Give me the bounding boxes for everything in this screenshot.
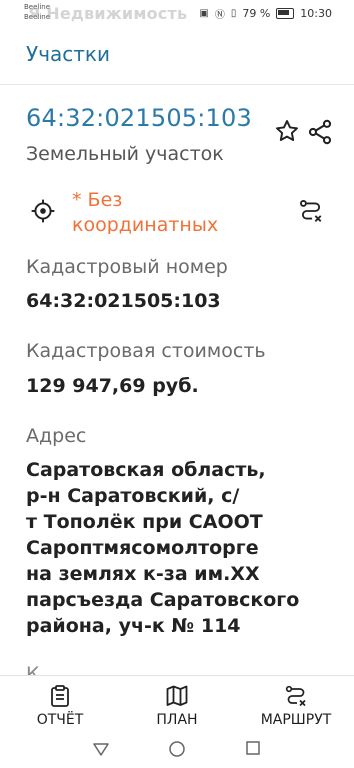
cadastral-cost-label: Кадастровая стоимость: [26, 340, 266, 362]
address-line: на землях к-за им.XX: [26, 563, 260, 585]
route-icon: [285, 685, 306, 707]
report-icon: [51, 685, 69, 707]
back-icon[interactable]: [92, 740, 110, 758]
report-button[interactable]: ОТЧЁТ: [28, 684, 92, 728]
bottom-action-bar: ОТЧЁТ ПЛАН МАРШРУТ: [0, 675, 354, 737]
parcel-type: Земельный участок: [26, 143, 224, 165]
status-icons: ▣ Ⓝ ▯ 79 % 10:30: [199, 6, 332, 21]
notification-icon: ▣: [199, 8, 209, 19]
address-line: района, уч-к № 114: [26, 615, 241, 637]
address-line: Саратовская область,: [26, 459, 266, 481]
status-bar: Beeline Beeline Я Недвижимость ▣ Ⓝ ▯ 79 …: [0, 0, 354, 28]
clock: 10:30: [300, 7, 332, 20]
cadastral-cost-value: 129 947,69 руб.: [26, 375, 199, 397]
report-label: ОТЧЁТ: [36, 712, 84, 728]
nfc-icon: Ⓝ: [214, 10, 225, 21]
plan-label: ПЛАН: [156, 712, 198, 728]
page-title: Участки: [26, 42, 110, 66]
share-icon: [308, 119, 332, 145]
recent-apps-icon[interactable]: [245, 740, 261, 756]
address-line: Сароптмясомолторге: [26, 537, 259, 559]
address-line: парсъезда Саратовского: [26, 589, 300, 611]
locate-icon: [31, 199, 55, 223]
favorite-button[interactable]: [274, 118, 300, 144]
map-icon: [166, 685, 188, 706]
cadastral-number-label: Кадастровый номер: [26, 256, 228, 278]
address-label: Адрес: [26, 425, 87, 447]
route-icon: [300, 200, 322, 222]
watermark: Я Недвижимость: [28, 4, 188, 23]
address-line: т Тополёк при САООТ: [26, 511, 263, 533]
address-line: р-н Саратовский, с/: [26, 485, 240, 507]
battery-percent: 79 %: [242, 7, 271, 20]
header-divider: [0, 84, 354, 85]
system-nav-bar: [0, 736, 354, 768]
route-button-top[interactable]: [298, 198, 324, 224]
vibrate-icon: ▯: [230, 8, 237, 19]
star-icon: [276, 120, 298, 141]
locate-button[interactable]: [30, 198, 56, 224]
route-label: МАРШРУТ: [260, 712, 332, 728]
screen: Beeline Beeline Я Недвижимость ▣ Ⓝ ▯ 79 …: [0, 0, 354, 768]
address-value: Саратовская область, р-н Саратовский, с/…: [26, 457, 326, 639]
parcel-number: 64:32:021505:103: [26, 104, 252, 132]
plan-button[interactable]: ПЛАН: [145, 684, 209, 728]
home-icon[interactable]: [168, 740, 186, 758]
cadastral-number-value: 64:32:021505:103: [26, 290, 221, 312]
battery-icon: [276, 8, 295, 19]
no-coordinates-warning: * Без координатных: [72, 189, 219, 234]
route-button[interactable]: МАРШРУТ: [248, 684, 344, 728]
share-button[interactable]: [306, 118, 334, 146]
